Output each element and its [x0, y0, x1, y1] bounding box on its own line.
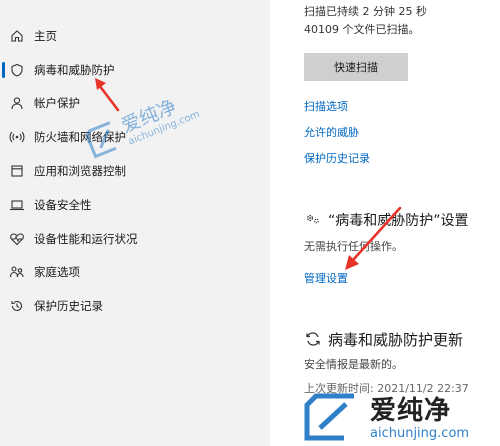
allowed-threats-link[interactable]: 允许的威胁 — [304, 124, 359, 140]
sidebar-item-device-health[interactable]: 设备性能和运行状况 — [0, 224, 270, 254]
sidebar-item-label: 病毒和威胁防护 — [34, 63, 115, 77]
updates-section-title: 病毒和威胁防护更新 — [328, 331, 464, 349]
scan-options-link[interactable]: 扫描选项 — [304, 98, 348, 114]
sidebar-item-label: 设备性能和运行状况 — [34, 232, 138, 246]
quick-scan-button[interactable]: 快速扫描 — [304, 53, 408, 81]
last-update-text: 上次更新时间: 2021/11/2 22:37 — [304, 382, 469, 395]
updates-section-description: 安全情报是最新的。 — [304, 358, 403, 371]
sidebar-item-label: 设备安全性 — [34, 198, 92, 212]
sidebar-item-label: 主页 — [34, 29, 57, 43]
settings-section-title: “病毒和威胁防护”设置 — [328, 213, 469, 229]
sidebar-item-device-security[interactable]: 设备安全性 — [0, 190, 270, 220]
files-scanned-text: 40109 个文件已扫描。 — [304, 23, 420, 36]
heart-pulse-icon — [9, 231, 25, 247]
settings-gears-icon — [304, 210, 322, 228]
manage-settings-link[interactable]: 管理设置 — [304, 270, 348, 286]
refresh-update-icon — [304, 330, 322, 348]
home-icon — [9, 28, 25, 44]
history-icon — [9, 298, 25, 314]
app-window-icon — [9, 163, 25, 179]
wifi-signal-icon — [9, 129, 25, 145]
protection-history-link[interactable]: 保护历史记录 — [304, 150, 370, 166]
sidebar-item-label: 防火墙和网络保护 — [34, 130, 126, 144]
sidebar-item-app-browser[interactable]: 应用和浏览器控制 — [0, 156, 270, 186]
sidebar-item-firewall[interactable]: 防火墙和网络保护 — [0, 122, 270, 152]
sidebar-item-label: 帐户保护 — [34, 96, 80, 110]
sidebar-item-label: 保护历史记录 — [34, 299, 103, 313]
person-icon — [9, 95, 25, 111]
sidebar-item-account[interactable]: 帐户保护 — [0, 88, 270, 118]
sidebar-item-label: 应用和浏览器控制 — [34, 164, 126, 178]
shield-icon — [9, 62, 25, 78]
sidebar-item-virus-protection[interactable]: 病毒和威胁防护 — [0, 55, 270, 85]
sidebar-item-family[interactable]: 家庭选项 — [0, 257, 270, 287]
laptop-icon — [9, 197, 25, 213]
settings-section-description: 无需执行任何操作。 — [304, 240, 403, 253]
sidebar-item-history[interactable]: 保护历史记录 — [0, 291, 270, 321]
sidebar-item-home[interactable]: 主页 — [0, 21, 270, 51]
sidebar: 主页 病毒和威胁防护 帐户保护 防火墙和网络保护 应用和浏览器控制 设备安全性 — [0, 0, 270, 446]
scan-status-text: 扫描已持续 2 分钟 25 秒 — [304, 5, 427, 18]
sidebar-item-label: 家庭选项 — [34, 265, 80, 279]
family-icon — [9, 264, 25, 280]
main-content: 扫描已持续 2 分钟 25 秒 40109 个文件已扫描。 快速扫描 扫描选项 … — [270, 0, 500, 446]
